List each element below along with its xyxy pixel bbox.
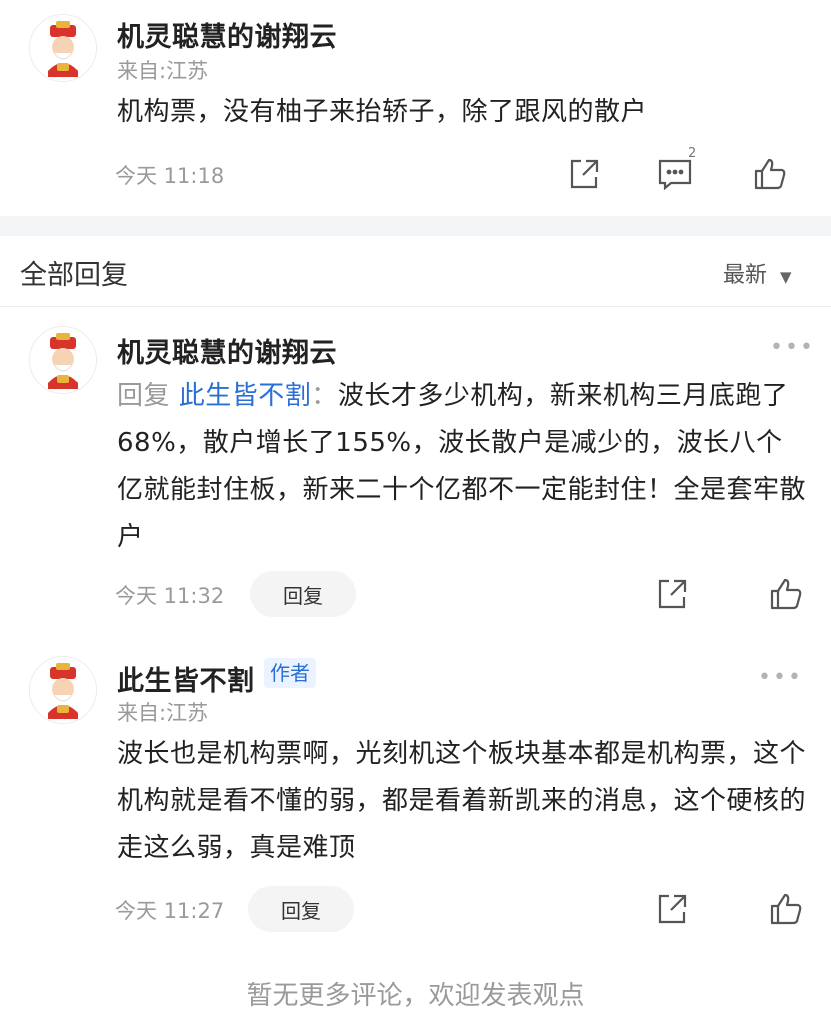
avatar-god-of-wealth-icon xyxy=(30,327,96,393)
more-options-icon[interactable]: ••• xyxy=(758,667,803,689)
avatar[interactable] xyxy=(29,656,97,724)
share-button[interactable] xyxy=(654,576,690,612)
reply-separator: ： xyxy=(311,381,338,411)
thumbs-up-icon xyxy=(770,578,802,610)
post-content: 机构票，没有柚子来抬轿子，除了跟风的散户 xyxy=(117,97,648,127)
more-options-icon[interactable]: ••• xyxy=(770,337,815,359)
mention-link[interactable]: 此生皆不割 xyxy=(179,381,312,411)
thumbs-up-icon xyxy=(770,893,802,925)
reply-prefix: 回复 xyxy=(117,381,171,411)
like-button[interactable] xyxy=(768,891,804,927)
post-time: 今天 11:18 xyxy=(115,164,225,188)
caret-down-icon: ▼ xyxy=(780,268,792,286)
sort-label: 最新 xyxy=(723,263,768,288)
like-button[interactable] xyxy=(752,156,788,192)
comment-count: 2 xyxy=(688,146,697,161)
avatar[interactable] xyxy=(29,326,97,394)
header-divider xyxy=(0,306,831,307)
sort-dropdown[interactable]: 最新 ▼ xyxy=(723,257,792,289)
reply-button[interactable]: 回复 xyxy=(248,886,354,932)
share-icon xyxy=(570,159,599,189)
reply-author-name[interactable]: 机灵聪慧的谢翔云 xyxy=(117,331,337,370)
no-more-comments-note: 暂无更多评论，欢迎发表观点 xyxy=(246,981,585,1011)
reply-button[interactable]: 回复 xyxy=(250,571,356,617)
replies-section-title: 全部回复 xyxy=(20,260,128,291)
reply-content: 回复 此生皆不割：波长才多少机构，新来机构三月底跑了68%，散户增长了155%，… xyxy=(117,373,807,561)
reply-time: 今天 11:32 xyxy=(115,584,225,608)
reply-content: 波长也是机构票啊，光刻机这个板块基本都是机构票，这个机构就是看不懂的弱，都是看着… xyxy=(117,739,807,863)
share-button[interactable] xyxy=(654,891,690,927)
author-badge: 作者 xyxy=(264,658,316,688)
share-icon xyxy=(658,894,687,924)
reply-location: 来自:江苏 xyxy=(117,701,209,725)
reply-time: 今天 11:27 xyxy=(115,899,225,923)
share-icon xyxy=(658,579,687,609)
avatar-god-of-wealth-icon xyxy=(30,15,96,81)
avatar-god-of-wealth-icon xyxy=(30,657,96,723)
reply-author-name[interactable]: 此生皆不割 xyxy=(117,659,255,698)
post-author-name[interactable]: 机灵聪慧的谢翔云 xyxy=(117,15,337,54)
post-location: 来自:江苏 xyxy=(117,59,209,83)
comment-icon xyxy=(658,159,692,191)
comment-button[interactable] xyxy=(657,156,693,192)
section-divider xyxy=(0,216,831,236)
thumbs-up-icon xyxy=(754,158,786,190)
avatar[interactable] xyxy=(29,14,97,82)
share-button[interactable] xyxy=(566,156,602,192)
like-button[interactable] xyxy=(768,576,804,612)
